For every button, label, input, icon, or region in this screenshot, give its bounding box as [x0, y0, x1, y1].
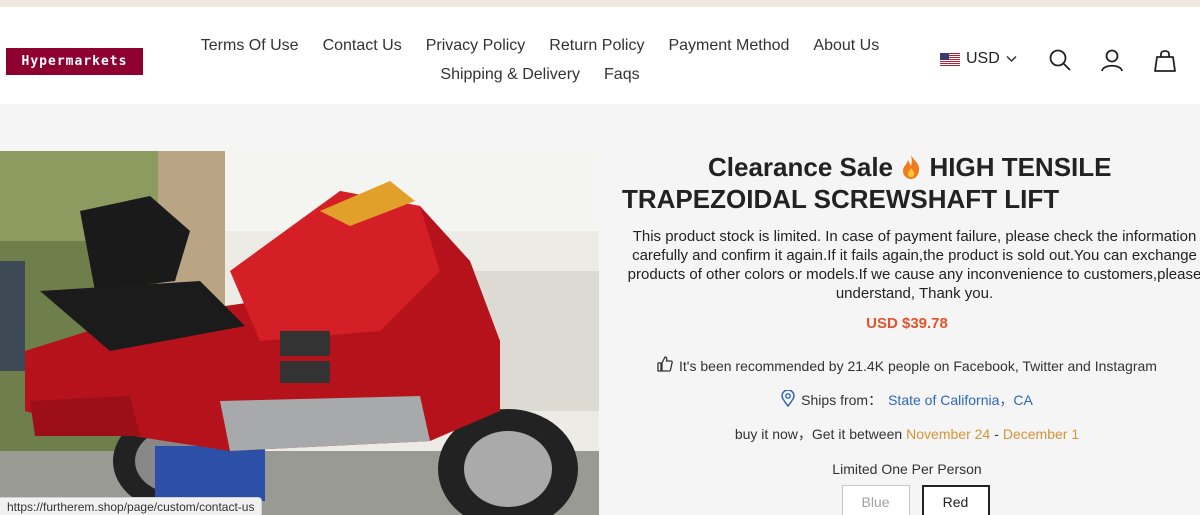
option-blue[interactable]: Blue [841, 485, 910, 515]
bag-icon[interactable] [1153, 48, 1179, 74]
fire-icon [900, 152, 929, 182]
recommendation-line: It's been recommended by 21.4K people on… [612, 356, 1200, 375]
nav-contact-us[interactable]: Contact Us [323, 37, 402, 55]
nav-about-us[interactable]: About Us [813, 37, 879, 55]
currency-selector[interactable]: USD [940, 50, 1017, 68]
stock-notice: This product stock is limited. In case o… [627, 228, 1200, 302]
thumbs-up-icon [657, 356, 673, 375]
option-red[interactable]: Red [921, 485, 990, 515]
nav-return-policy[interactable]: Return Policy [549, 37, 644, 55]
nav-faqs[interactable]: Faqs [604, 66, 640, 84]
delivery-separator: - [994, 426, 999, 442]
location-pin-icon [781, 389, 795, 410]
user-icon[interactable] [1100, 48, 1126, 74]
delivery-estimate: buy it now，Get it between November 24 - … [612, 424, 1200, 444]
title-clearance: Clearance Sale [708, 152, 894, 182]
title-line-2: TRAPEZOIDAL SCREWSHAFT LIFT [622, 184, 1060, 214]
browser-status-bar: https://furtherem.shop/page/custom/conta… [0, 497, 263, 515]
chevron-down-icon [1006, 50, 1017, 68]
product-title: Clearance Sale HIGH TENSILE TRAPEZOIDAL … [622, 151, 1200, 215]
title-high-tensile: HIGH TENSILE [929, 152, 1112, 182]
ships-from-label: Ships from： [801, 392, 883, 408]
site-header: Hypermarkets Terms Of Use Contact Us Pri… [0, 7, 1200, 104]
nav-terms-of-use[interactable]: Terms Of Use [201, 37, 299, 55]
site-logo[interactable]: Hypermarkets [6, 48, 143, 75]
delivery-start-date: November 24 [906, 426, 991, 442]
product-info: Clearance Sale HIGH TENSILE TRAPEZOIDAL … [612, 151, 1200, 515]
product-price: USD $39.78 [866, 315, 948, 332]
delivery-prefix: buy it now，Get it between [734, 426, 903, 442]
nav-payment-method[interactable]: Payment Method [668, 37, 789, 55]
product-image[interactable] [0, 151, 599, 515]
main-nav: Terms Of Use Contact Us Privacy Policy R… [180, 31, 900, 89]
purchase-limit-note: Limited One Per Person [832, 461, 982, 477]
ships-from-line: Ships from： State of California，CA [612, 389, 1200, 410]
currency-label: USD [966, 50, 1000, 67]
nav-privacy-policy[interactable]: Privacy Policy [426, 37, 526, 55]
ships-from-location: State of California，CA [888, 392, 1033, 408]
color-options: Blue Red [612, 485, 1200, 515]
recommendation-text: It's been recommended by 21.4K people on… [679, 357, 1157, 374]
search-icon[interactable] [1048, 48, 1074, 74]
product-section: Clearance Sale HIGH TENSILE TRAPEZOIDAL … [0, 104, 1200, 515]
nav-shipping-delivery[interactable]: Shipping & Delivery [440, 66, 580, 84]
delivery-end-date: December 1 [1002, 426, 1080, 442]
us-flag-icon [940, 52, 960, 66]
nav-row-1: Terms Of Use Contact Us Privacy Policy R… [180, 31, 900, 60]
top-announcement-strip [0, 0, 1200, 7]
nav-row-2: Shipping & Delivery Faqs [180, 60, 900, 89]
